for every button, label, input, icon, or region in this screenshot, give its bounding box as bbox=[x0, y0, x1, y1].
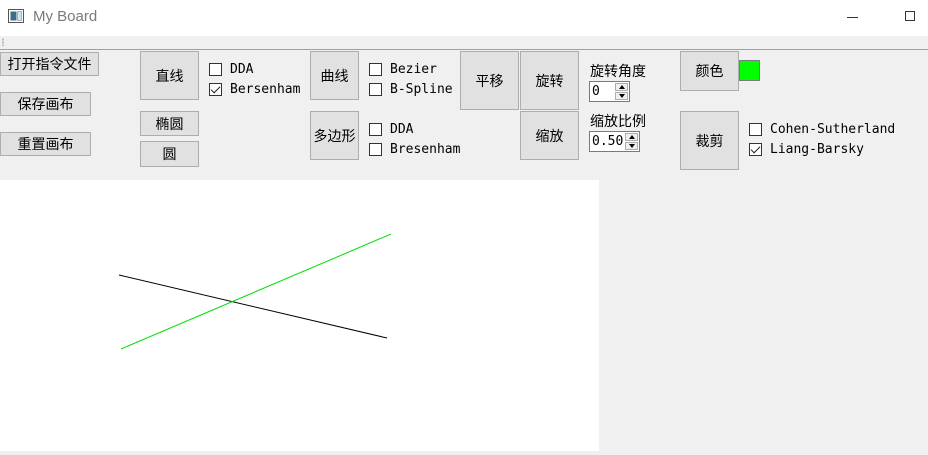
scale-button[interactable]: 缩放 bbox=[520, 111, 579, 160]
rotate-angle-label: 旋转角度 bbox=[590, 64, 646, 80]
checkbox-box[interactable] bbox=[749, 143, 762, 156]
spin-arrows[interactable] bbox=[625, 133, 638, 150]
rotate-angle-spinbox[interactable]: 0 bbox=[589, 81, 630, 102]
line-button[interactable]: 直线 bbox=[140, 51, 199, 100]
line-dda-checkbox[interactable]: DDA bbox=[209, 62, 253, 77]
minimize-button[interactable] bbox=[840, 6, 864, 30]
scale-ratio-spinbox[interactable]: 0.50 bbox=[589, 131, 640, 152]
minimize-icon bbox=[847, 17, 858, 18]
polygon-button[interactable]: 多边形 bbox=[310, 111, 359, 160]
title-bar: My Board bbox=[0, 0, 928, 36]
translate-button[interactable]: 平移 bbox=[460, 51, 519, 110]
rotate-angle-value[interactable]: 0 bbox=[592, 84, 600, 99]
checkbox-label: DDA bbox=[230, 62, 254, 77]
polygon-dda-checkbox[interactable]: DDA bbox=[369, 122, 413, 137]
checkbox-label: Bezier bbox=[390, 62, 437, 77]
spin-arrows[interactable] bbox=[615, 83, 628, 100]
checkbox-box[interactable] bbox=[369, 123, 382, 136]
canvas-line-1[interactable] bbox=[118, 274, 388, 339]
curve-bezier-checkbox[interactable]: Bezier bbox=[369, 62, 437, 77]
checkbox-box[interactable] bbox=[369, 63, 382, 76]
clip-liang-barsky-checkbox[interactable]: Liang-Barsky bbox=[749, 142, 864, 157]
rotate-button[interactable]: 旋转 bbox=[520, 51, 579, 110]
scale-ratio-value[interactable]: 0.50 bbox=[592, 134, 623, 149]
canvas-line-2[interactable] bbox=[120, 233, 392, 350]
checkbox-label: Liang-Barsky bbox=[770, 142, 864, 157]
checkbox-label: B-Spline bbox=[390, 82, 453, 97]
color-button[interactable]: 颜色 bbox=[680, 51, 739, 91]
clip-button[interactable]: 裁剪 bbox=[680, 111, 739, 170]
checkbox-box[interactable] bbox=[369, 143, 382, 156]
clip-cohen-sutherland-checkbox[interactable]: Cohen-Sutherland bbox=[749, 122, 895, 137]
toolbar-strip bbox=[0, 36, 928, 50]
checkbox-label: DDA bbox=[390, 122, 414, 137]
toolbar-grip-icon[interactable] bbox=[2, 38, 4, 46]
checkbox-box[interactable] bbox=[209, 63, 222, 76]
spin-down-icon[interactable] bbox=[625, 142, 638, 150]
drawing-canvas[interactable] bbox=[0, 180, 599, 451]
spin-up-icon[interactable] bbox=[615, 83, 628, 91]
checkbox-label: Cohen-Sutherland bbox=[770, 122, 896, 137]
maximize-button[interactable] bbox=[898, 6, 922, 30]
canvas-drawing[interactable] bbox=[0, 180, 599, 451]
checkbox-label: Bresenham bbox=[390, 142, 461, 157]
app-icon bbox=[8, 9, 24, 23]
spin-up-icon[interactable] bbox=[625, 133, 638, 141]
polygon-bresenham-checkbox[interactable]: Bresenham bbox=[369, 142, 460, 157]
window-title: My Board bbox=[33, 8, 98, 25]
reset-canvas-button[interactable]: 重置画布 bbox=[0, 132, 91, 156]
circle-button[interactable]: 圆 bbox=[140, 141, 199, 167]
save-canvas-button[interactable]: 保存画布 bbox=[0, 92, 91, 116]
curve-bspline-checkbox[interactable]: B-Spline bbox=[369, 82, 453, 97]
curve-button[interactable]: 曲线 bbox=[310, 51, 359, 100]
checkbox-box[interactable] bbox=[369, 83, 382, 96]
maximize-icon bbox=[905, 11, 915, 21]
checkbox-label: Bersenham bbox=[230, 82, 301, 97]
current-color-swatch bbox=[739, 60, 760, 81]
checkbox-box[interactable] bbox=[749, 123, 762, 136]
open-command-file-button[interactable]: 打开指令文件 bbox=[0, 52, 99, 76]
checkbox-box[interactable] bbox=[209, 83, 222, 96]
line-bresenham-checkbox[interactable]: Bersenham bbox=[209, 82, 300, 97]
spin-down-icon[interactable] bbox=[615, 92, 628, 100]
scale-ratio-label: 缩放比例 bbox=[590, 114, 646, 130]
ellipse-button[interactable]: 椭圆 bbox=[140, 111, 199, 136]
